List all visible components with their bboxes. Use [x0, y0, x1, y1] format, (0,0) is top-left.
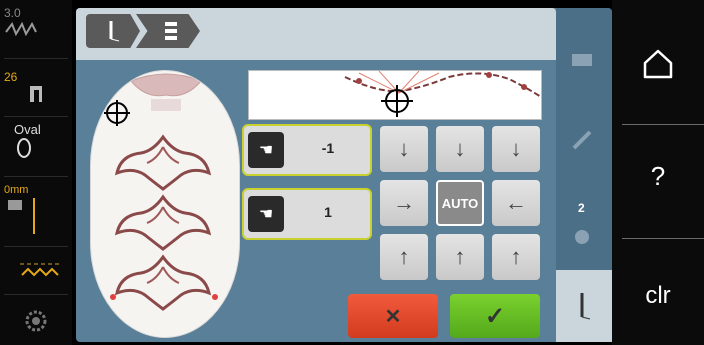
- arrow-up-icon: ↑: [398, 244, 410, 269]
- stitch-length-indicator[interactable]: 3.0: [4, 6, 68, 39]
- hoop-indicator[interactable]: Oval: [4, 122, 68, 162]
- folder-icon[interactable]: [570, 50, 594, 68]
- arrow-right-icon: →: [393, 190, 415, 215]
- needle-icon: [580, 293, 591, 320]
- touch-hand-icon: ☚: [248, 196, 284, 232]
- hoop-label: Oval: [14, 122, 41, 137]
- move-down-right-button[interactable]: ↓: [492, 126, 540, 172]
- side-tabs: 2: [556, 8, 612, 342]
- arrow-up-icon: ↑: [454, 244, 466, 269]
- design-motif-3: [114, 254, 212, 311]
- embroidery-edit-panel: 2 ☚ -1 ☚ 1 ↓ ↓ ↓ → AUTO ← ↑ ↑ ↑ ✕ ✓: [76, 8, 612, 342]
- presser-foot-number: 26: [4, 70, 18, 84]
- home-icon: [643, 49, 673, 79]
- breadcrumb-needle[interactable]: [86, 14, 140, 48]
- move-right-button[interactable]: →: [380, 180, 428, 226]
- needle-icon: [109, 21, 120, 42]
- cancel-button[interactable]: ✕: [348, 294, 438, 338]
- help-button[interactable]: ?: [612, 122, 704, 230]
- pencil-icon[interactable]: [570, 128, 594, 152]
- stitch-adjust-value-2: 1: [324, 204, 332, 220]
- hoop-count-badge: 2: [578, 201, 585, 215]
- breadcrumb-embroidery[interactable]: [136, 14, 200, 48]
- move-left-button[interactable]: ←: [492, 180, 540, 226]
- checkmark-icon: ✓: [484, 302, 506, 330]
- clear-button[interactable]: clr: [612, 242, 704, 345]
- presser-foot-icon: [30, 86, 42, 102]
- move-up-button[interactable]: ↑: [436, 234, 484, 280]
- home-button[interactable]: [612, 10, 704, 118]
- zigzag-stitch-icon[interactable]: [20, 262, 60, 278]
- thread-tension-icon[interactable]: [24, 309, 48, 333]
- confirm-button[interactable]: ✓: [450, 294, 540, 338]
- start-point-marker: [110, 294, 116, 300]
- move-up-right-button[interactable]: ↑: [492, 234, 540, 280]
- end-point-marker: [212, 294, 218, 300]
- needle-position-value: 0mm: [4, 184, 29, 196]
- needle-plate-icon: [8, 198, 35, 234]
- crosshair-icon: [381, 85, 413, 117]
- design-motif-2: [114, 194, 212, 251]
- stitch-adjust-field-2[interactable]: ☚ 1: [242, 188, 372, 240]
- touch-hand-icon: ☚: [248, 132, 284, 168]
- stitch-adjust-field-1[interactable]: ☚ -1: [242, 124, 372, 176]
- system-nav: ? clr: [612, 0, 704, 345]
- breadcrumb: [76, 8, 556, 60]
- move-down-button[interactable]: ↓: [436, 126, 484, 172]
- presser-foot-indicator[interactable]: 26: [4, 70, 68, 109]
- move-down-left-button[interactable]: ↓: [380, 126, 428, 172]
- stitch-zoom-preview[interactable]: [248, 70, 542, 120]
- close-icon: ✕: [384, 305, 402, 328]
- stitch-length-value: 3.0: [4, 6, 21, 20]
- arrow-down-icon: ↓: [454, 136, 466, 161]
- move-up-left-button[interactable]: ↑: [380, 234, 428, 280]
- stitch-adjust-value-1: -1: [321, 140, 335, 156]
- thread-spool-icon[interactable]: [570, 228, 594, 246]
- arrow-down-icon: ↓: [510, 136, 522, 161]
- crosshair-icon[interactable]: [104, 100, 130, 126]
- oval-hoop-icon: [17, 138, 31, 158]
- stitch-pattern-icon: [5, 21, 37, 37]
- status-sidebar: 3.0 26 Oval 0mm: [0, 0, 72, 345]
- design-motif-1: [114, 134, 212, 191]
- tab-stitching[interactable]: [556, 270, 612, 342]
- needle-position-indicator[interactable]: 0mm: [4, 184, 68, 239]
- arrow-left-icon: ←: [505, 190, 527, 215]
- auto-button[interactable]: AUTO: [436, 180, 484, 226]
- embroidery-hoop-icon: [165, 22, 177, 40]
- arrow-down-icon: ↓: [398, 136, 410, 161]
- arrow-up-icon: ↑: [510, 244, 522, 269]
